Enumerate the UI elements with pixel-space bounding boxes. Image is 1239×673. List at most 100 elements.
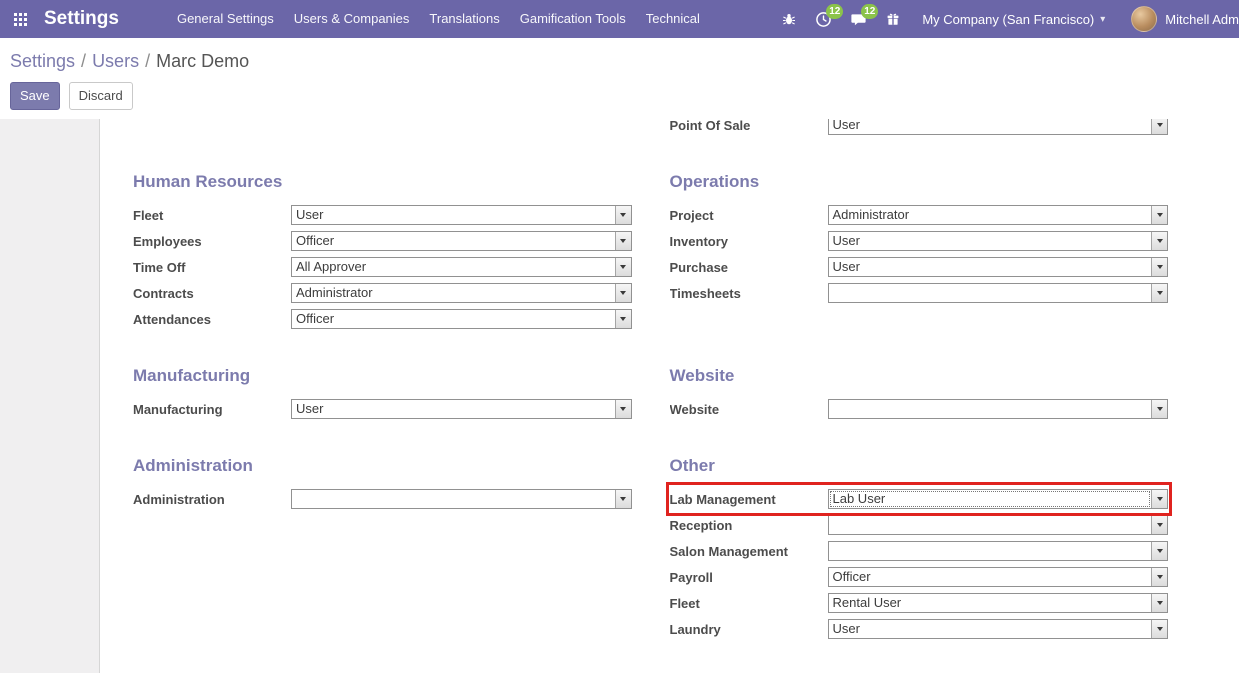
gift-icon	[885, 11, 901, 27]
page-header: Settings/Users/Marc Demo Save Discard	[0, 38, 1239, 119]
field-row-inventory: InventoryUser	[670, 228, 1169, 254]
purchase-select[interactable]: User	[828, 257, 1169, 277]
laundry-select[interactable]: User	[828, 619, 1169, 639]
breadcrumb-users[interactable]: Users	[92, 51, 139, 71]
company-switcher[interactable]: My Company (San Francisco) ▾	[910, 12, 1117, 27]
field-label-administration: Administration	[133, 492, 291, 507]
field-label-lab-management: Lab Management	[670, 492, 828, 507]
apps-grid-icon	[14, 13, 27, 26]
select-value	[292, 490, 615, 508]
debug-button[interactable]	[772, 0, 806, 38]
field-row-manufacturing: ManufacturingUser	[133, 396, 632, 422]
dropdown-arrow-icon	[615, 310, 631, 328]
field-label-employees: Employees	[133, 234, 291, 249]
select-value: Officer	[829, 568, 1152, 586]
field-row-laundry: LaundryUser	[670, 616, 1169, 642]
breadcrumb-separator: /	[81, 51, 86, 71]
dropdown-arrow-icon	[1151, 516, 1167, 534]
rewards-button[interactable]	[876, 0, 910, 38]
app-window: Settings General Settings Users & Compan…	[0, 0, 1239, 673]
payroll-select[interactable]: Officer	[828, 567, 1169, 587]
field-label-manufacturing: Manufacturing	[133, 402, 291, 417]
section-title: Human Resources	[133, 172, 632, 192]
inventory-select[interactable]: User	[828, 231, 1169, 251]
select-value: User	[829, 232, 1152, 250]
employees-select[interactable]: Officer	[291, 231, 632, 251]
point-of-sale-select[interactable]: User	[828, 119, 1169, 135]
contracts-select[interactable]: Administrator	[291, 283, 632, 303]
select-value: Lab User	[829, 490, 1152, 508]
dropdown-arrow-icon	[1151, 620, 1167, 638]
menu-users-companies[interactable]: Users & Companies	[284, 0, 420, 38]
select-value: All Approver	[292, 258, 615, 276]
chevron-down-icon: ▾	[1100, 14, 1105, 25]
menu-gamification-tools[interactable]: Gamification Tools	[510, 0, 636, 38]
field-row-purchase: PurchaseUser	[670, 254, 1169, 280]
field-row-lab-management: Lab ManagementLab User	[670, 486, 1169, 512]
field-label-website: Website	[670, 402, 828, 417]
activities-button[interactable]: 12	[806, 0, 841, 38]
dropdown-arrow-icon	[615, 400, 631, 418]
content-area: Point Of SaleUserHuman ResourcesFleetUse…	[0, 119, 1239, 673]
apps-menu-button[interactable]	[6, 0, 34, 38]
time-off-select[interactable]: All Approver	[291, 257, 632, 277]
project-select[interactable]: Administrator	[828, 205, 1169, 225]
form-column-left: Human ResourcesFleetUserEmployeesOfficer…	[133, 172, 632, 332]
form-column-left: Administration Administration	[133, 456, 632, 642]
messages-button[interactable]: 12	[841, 0, 876, 38]
breadcrumb-settings[interactable]: Settings	[10, 51, 75, 71]
left-gutter	[0, 119, 100, 673]
save-button[interactable]: Save	[10, 82, 60, 110]
dropdown-arrow-icon	[615, 232, 631, 250]
select-value	[829, 284, 1152, 302]
field-row-attendances: AttendancesOfficer	[133, 306, 632, 332]
select-value	[829, 542, 1152, 560]
select-value: User	[292, 400, 615, 418]
fleet-select[interactable]: User	[291, 205, 632, 225]
field-row-fleet: FleetRental User	[670, 590, 1169, 616]
attendances-select[interactable]: Officer	[291, 309, 632, 329]
dropdown-arrow-icon	[1151, 232, 1167, 250]
salon-management-select[interactable]	[828, 541, 1169, 561]
menu-general-settings[interactable]: General Settings	[167, 0, 284, 38]
user-menu[interactable]: Mitchell Adm	[1117, 6, 1239, 32]
form-band: AdministrationAdministrationOtherLab Man…	[100, 456, 1239, 642]
field-row-point-of-sale: Point Of SaleUser	[670, 119, 1169, 138]
website-select[interactable]	[828, 399, 1169, 419]
section-title: Manufacturing	[133, 366, 632, 386]
reception-select[interactable]	[828, 515, 1169, 535]
section-title: Administration	[133, 456, 632, 476]
field-row-administration: Administration	[133, 486, 632, 512]
dropdown-arrow-icon	[615, 258, 631, 276]
avatar	[1131, 6, 1157, 32]
administration-select[interactable]	[291, 489, 632, 509]
field-label-laundry: Laundry	[670, 622, 828, 637]
field-label-project: Project	[670, 208, 828, 223]
field-row-contracts: ContractsAdministrator	[133, 280, 632, 306]
menu-technical[interactable]: Technical	[636, 0, 710, 38]
app-title[interactable]: Settings	[44, 8, 119, 30]
dropdown-arrow-icon	[1151, 400, 1167, 418]
field-label-salon-management: Salon Management	[670, 544, 828, 559]
fleet-select[interactable]: Rental User	[828, 593, 1169, 613]
field-label-time-off: Time Off	[133, 260, 291, 275]
manufacturing-select[interactable]: User	[291, 399, 632, 419]
breadcrumb-current: Marc Demo	[156, 51, 249, 71]
company-name: My Company (San Francisco)	[922, 12, 1094, 27]
menu-translations[interactable]: Translations	[419, 0, 509, 38]
form-band: ManufacturingManufacturingUserWebsiteWeb…	[100, 366, 1239, 422]
timesheets-select[interactable]	[828, 283, 1169, 303]
field-label-contracts: Contracts	[133, 286, 291, 301]
discard-button[interactable]: Discard	[69, 82, 133, 110]
dropdown-arrow-icon	[1151, 542, 1167, 560]
form-column-left	[133, 119, 632, 138]
select-value: User	[829, 258, 1152, 276]
form-band: Point Of SaleUser	[100, 119, 1239, 138]
form-column-right: Point Of SaleUser	[670, 119, 1169, 138]
field-label-payroll: Payroll	[670, 570, 828, 585]
lab-management-select[interactable]: Lab User	[828, 489, 1169, 509]
select-value: Officer	[292, 310, 615, 328]
top-navbar: Settings General Settings Users & Compan…	[0, 0, 1239, 38]
dropdown-arrow-icon	[615, 284, 631, 302]
field-label-fleet: Fleet	[670, 596, 828, 611]
